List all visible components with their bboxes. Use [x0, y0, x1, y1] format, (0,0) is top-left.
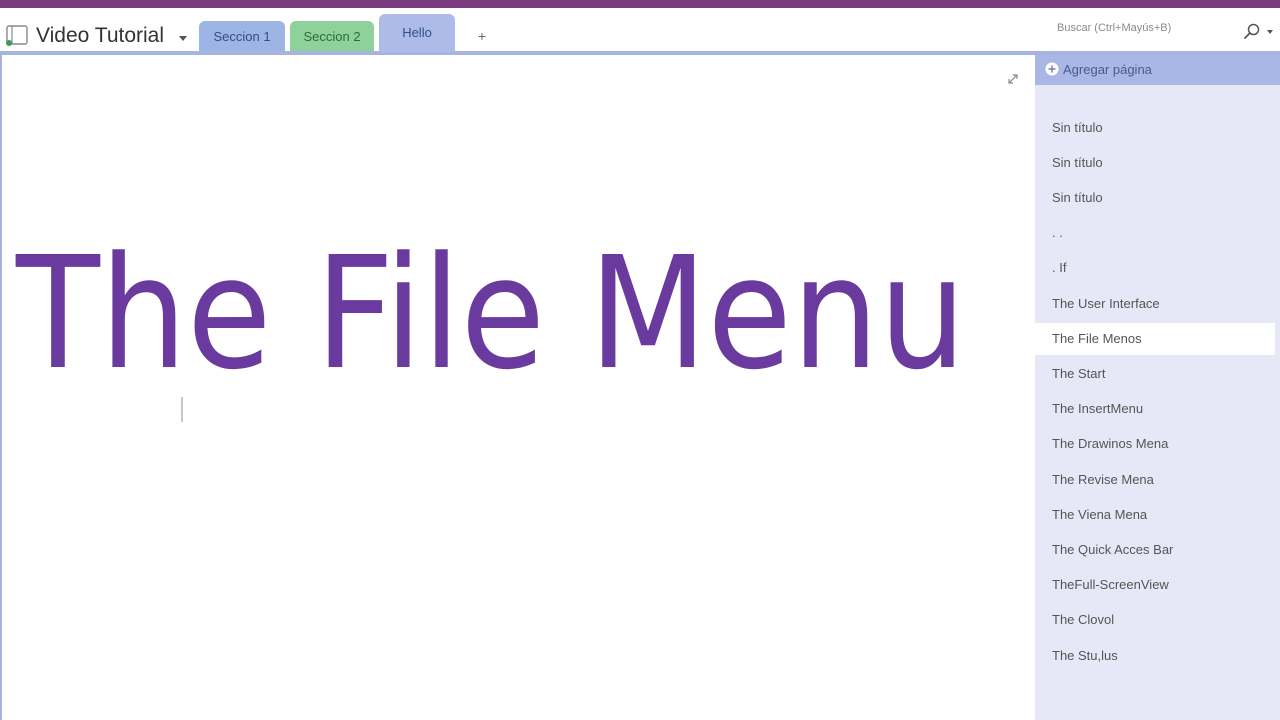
- page-item[interactable]: Sin título: [1035, 112, 1275, 144]
- page-item-selected[interactable]: The File Menos: [1035, 323, 1275, 355]
- page-item[interactable]: The Drawinos Mena: [1035, 428, 1275, 460]
- page-item[interactable]: . If: [1035, 252, 1275, 284]
- search-input[interactable]: Buscar (Ctrl+Mayús+B): [1057, 22, 1171, 34]
- page-item-label: The InsertMenu: [1052, 401, 1144, 416]
- notebook-title[interactable]: Video Tutorial: [36, 24, 164, 48]
- page-item-label: . .: [1052, 225, 1063, 240]
- page-item-label: The Start: [1052, 366, 1106, 381]
- page-item[interactable]: The InsertMenu: [1035, 393, 1275, 425]
- search-scope-caret-icon[interactable]: [1267, 30, 1273, 34]
- handwritten-ink: The File Menu: [15, 223, 966, 404]
- page-item[interactable]: TheFull-ScreenView: [1035, 569, 1275, 601]
- add-page-label[interactable]: Agregar página: [1063, 62, 1152, 77]
- note-canvas[interactable]: The File Menu: [2, 55, 1035, 720]
- ink-title-text: The File Menu: [15, 223, 966, 404]
- page-item-label: The Clovol: [1052, 612, 1115, 627]
- plus-circle-icon[interactable]: [1045, 62, 1059, 76]
- page-item-label: The User Interface: [1052, 296, 1160, 311]
- page-item-label: The Revise Mena: [1052, 472, 1154, 487]
- page-item-label: . If: [1052, 260, 1067, 275]
- notebook-icon[interactable]: [5, 24, 29, 46]
- page-item[interactable]: Sin título: [1035, 147, 1275, 179]
- page-item[interactable]: The Quick Acces Bar: [1035, 534, 1275, 566]
- page-item-label: TheFull-ScreenView: [1052, 577, 1169, 592]
- page-item[interactable]: . .: [1035, 217, 1275, 249]
- page-item-label: Sin título: [1052, 155, 1103, 170]
- text-cursor: [181, 397, 183, 422]
- page-item[interactable]: The Revise Mena: [1035, 464, 1275, 496]
- page-item[interactable]: The User Interface: [1035, 288, 1275, 320]
- notebook-dropdown-caret-icon[interactable]: [179, 36, 187, 41]
- search-icon[interactable]: [1243, 22, 1261, 40]
- tab-seccion-1[interactable]: Seccion 1: [199, 21, 285, 51]
- top-accent-strip: [0, 0, 1280, 8]
- tab-hello[interactable]: Hello: [379, 14, 455, 52]
- add-section-button[interactable]: +: [462, 20, 502, 51]
- page-item-label: The Drawinos Mena: [1052, 436, 1169, 451]
- page-item[interactable]: The Clovol: [1035, 604, 1275, 636]
- expand-icon[interactable]: [1006, 72, 1020, 86]
- page-item-label: The Viena Mena: [1052, 507, 1148, 522]
- page-item-label: The File Menos: [1052, 331, 1142, 346]
- page-item-label: The Stu,lus: [1052, 648, 1118, 663]
- page-item-label: The Quick Acces Bar: [1052, 542, 1174, 557]
- tab-seccion-2[interactable]: Seccion 2: [290, 21, 374, 51]
- page-item[interactable]: The Start: [1035, 358, 1275, 390]
- page-item[interactable]: The Viena Mena: [1035, 499, 1275, 531]
- page-item[interactable]: The Stu,lus: [1035, 640, 1275, 672]
- page-item-label: Sin título: [1052, 120, 1103, 135]
- page-item-label: Sin título: [1052, 190, 1103, 205]
- page-item[interactable]: Sin título: [1035, 182, 1275, 214]
